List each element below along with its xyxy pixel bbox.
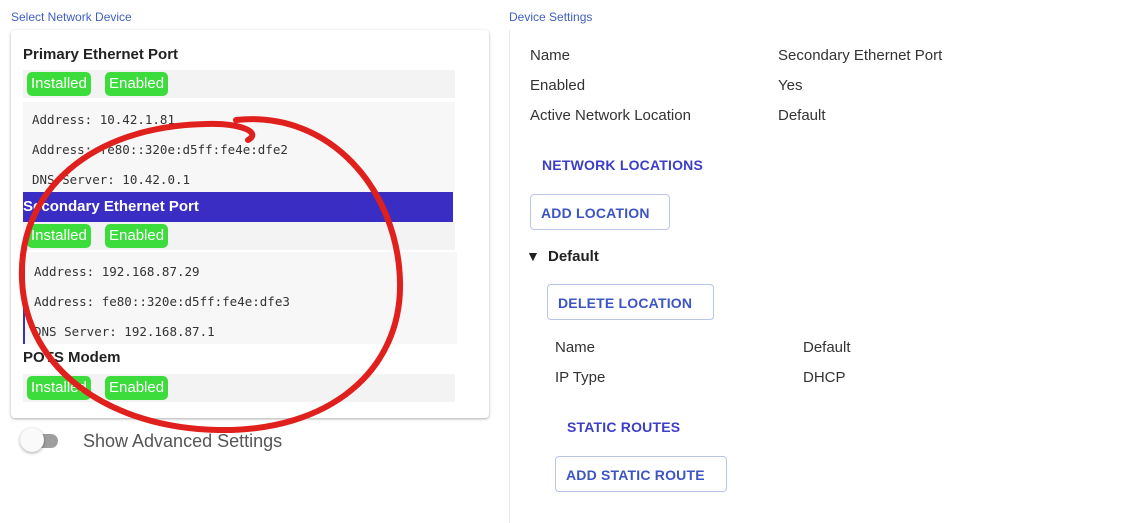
dns-server: DNS Server: 192.168.87.1 [34,324,215,339]
device-details: Address: 192.168.87.29 Address: fe80::32… [23,252,457,344]
prop-name-value: Secondary Ethernet Port [778,47,943,64]
ip-type-key: IP Type [555,369,606,386]
location-name-value: Default [803,339,851,356]
ipv4-address: Address: 10.42.1.81 [32,112,175,127]
device-status-row: Installed Enabled [23,374,455,402]
installed-badge: Installed [27,72,91,96]
installed-badge: Installed [27,224,91,248]
device-pots-modem[interactable]: POTS Modem [23,349,121,366]
prop-active-location-key: Active Network Location [530,107,691,124]
ipv4-address: Address: 192.168.87.29 [34,264,200,279]
select-network-device-title: Select Network Device [11,10,132,24]
device-settings-title: Device Settings [509,10,593,24]
ipv6-address: Address: fe80::320e:d5ff:fe4e:dfe3 [34,294,290,309]
device-details: Address: 10.42.1.81 Address: fe80::320e:… [23,102,455,192]
dns-server: DNS Server: 10.42.0.1 [32,172,191,187]
static-routes-heading: STATIC ROUTES [567,419,681,435]
add-static-route-button[interactable]: ADD STATIC ROUTE [555,456,727,492]
enabled-badge: Enabled [105,72,169,96]
prop-active-location-value: Default [778,107,826,124]
prop-enabled-value: Yes [778,77,803,94]
show-advanced-settings-label: Show Advanced Settings [83,431,283,451]
device-settings-panel: Name Secondary Ethernet Port Enabled Yes… [509,30,1146,523]
ipv6-address: Address: fe80::320e:d5ff:fe4e:dfe2 [32,142,288,157]
location-name-key: Name [555,339,596,356]
prop-name-key: Name [530,47,571,64]
add-location-button[interactable]: ADD LOCATION [530,194,670,230]
caret-down-icon[interactable]: ▼ [526,248,540,264]
location-name[interactable]: Default [548,248,599,265]
enabled-badge: Enabled [105,376,169,400]
prop-enabled-key: Enabled [530,77,586,94]
device-secondary-ethernet[interactable]: Secondary Ethernet Port [23,192,453,222]
network-device-list: Primary Ethernet Port Installed Enabled … [11,30,489,418]
installed-badge: Installed [27,376,91,400]
enabled-badge: Enabled [105,224,169,248]
ip-type-value: DHCP [803,369,846,386]
device-primary-ethernet[interactable]: Primary Ethernet Port [23,46,178,63]
device-status-row: Installed Enabled [23,222,455,250]
device-status-row: Installed Enabled [23,70,455,98]
network-locations-heading: NETWORK LOCATIONS [542,157,704,173]
advanced-settings-toggle[interactable] [20,428,44,452]
delete-location-button[interactable]: DELETE LOCATION [547,284,714,320]
